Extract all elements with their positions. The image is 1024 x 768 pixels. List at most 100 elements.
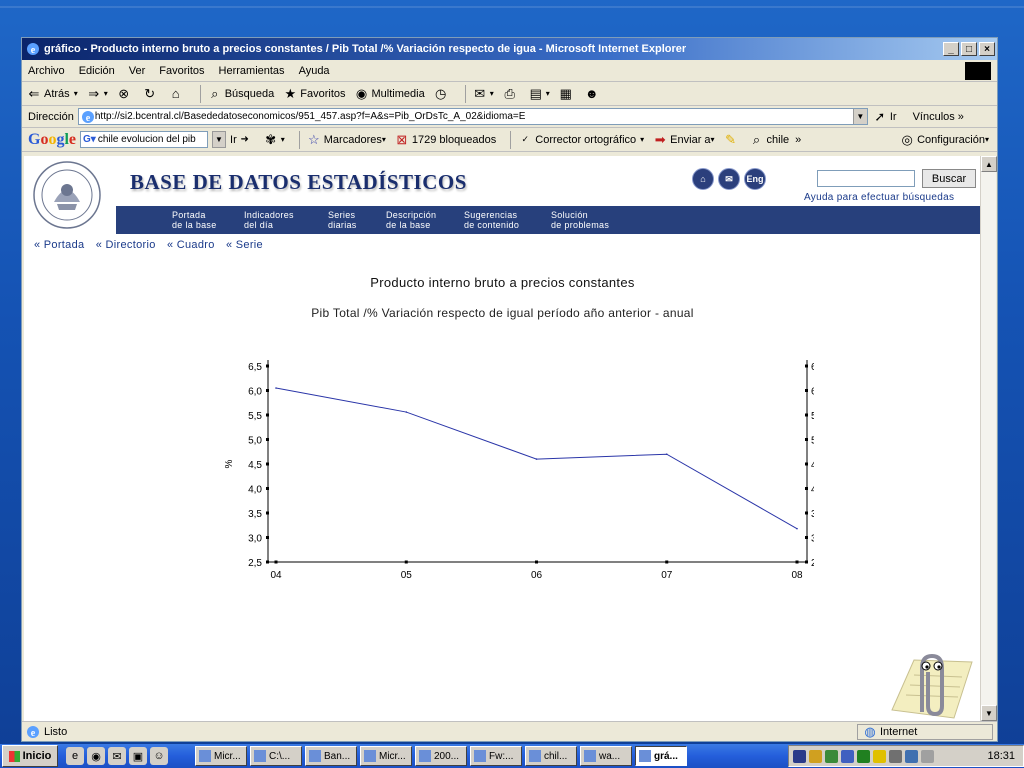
discuss-button[interactable]: ▦ xyxy=(558,86,576,102)
history-button[interactable]: ◷ xyxy=(433,86,451,102)
messenger-button[interactable]: ☻ xyxy=(584,86,602,102)
ie-quicklaunch-icon[interactable]: e xyxy=(66,747,84,765)
task-button[interactable]: Fw:... xyxy=(470,746,522,766)
y-tick-left xyxy=(266,536,269,539)
mail-icon[interactable]: ✉ xyxy=(718,168,740,190)
search-term-chile[interactable]: ⌕ chile» xyxy=(749,132,801,148)
menu-herramientas[interactable]: Herramientas xyxy=(219,65,285,77)
y-tick-right xyxy=(805,536,808,539)
tray-monitor-icon[interactable] xyxy=(841,749,854,763)
messenger-quicklaunch-icon[interactable]: ☺ xyxy=(150,747,168,765)
links-button[interactable]: Vínculos» xyxy=(913,111,964,123)
star-icon: ☆ xyxy=(307,131,320,147)
print-button[interactable]: ⎙ xyxy=(502,86,520,102)
task-button[interactable]: chil... xyxy=(525,746,577,766)
search-help-link[interactable]: Ayuda para efectuar búsquedas xyxy=(804,192,954,203)
minimize-button[interactable]: _ xyxy=(943,42,959,56)
menu-edicion[interactable]: Edición xyxy=(79,65,115,77)
tray-drive-icon[interactable] xyxy=(873,749,886,763)
breadcrumb-serie[interactable]: « Serie xyxy=(226,239,263,251)
task-button[interactable]: wa... xyxy=(580,746,632,766)
nav-sugerencias[interactable]: Sugerencias de contenido xyxy=(464,210,519,230)
site-search-input[interactable] xyxy=(817,170,915,187)
menu-ayuda[interactable]: Ayuda xyxy=(299,65,330,77)
google-search-input[interactable]: G▾ chile evolucion del pib xyxy=(80,131,209,148)
title-bar[interactable]: e gráfico - Producto interno bruto a pre… xyxy=(22,38,997,60)
y-tick-label-left: 6,5 xyxy=(248,362,262,373)
breadcrumb-directorio[interactable]: « Directorio xyxy=(96,239,156,251)
nav-portada[interactable]: Portada de la base xyxy=(172,210,217,230)
back-button[interactable]: ⇐ Atrás ▾ xyxy=(26,86,78,102)
address-label: Dirección xyxy=(28,110,74,123)
scroll-up-icon[interactable]: ▲ xyxy=(981,156,997,172)
tray-shield-icon[interactable] xyxy=(857,749,870,763)
tray-mail-icon[interactable] xyxy=(905,749,918,763)
refresh-button[interactable]: ↻ xyxy=(142,86,160,102)
menu-favoritos[interactable]: Favoritos xyxy=(159,65,204,77)
bookmarks-button[interactable]: ☆ Marcadores ▾ xyxy=(306,132,386,148)
search-submit-button[interactable]: Buscar xyxy=(922,169,976,188)
tray-clock-icon[interactable] xyxy=(889,749,902,763)
nav-descripcion[interactable]: Descripción de la base xyxy=(386,210,436,230)
maximize-button[interactable]: □ xyxy=(961,42,977,56)
settings-button[interactable]: ◎ Configuración ▾ xyxy=(899,132,989,148)
search-button[interactable]: ⌕ Búsqueda xyxy=(207,86,274,102)
start-button[interactable]: Inicio xyxy=(2,745,58,767)
network-icon[interactable] xyxy=(825,749,838,763)
windows-flag-icon xyxy=(8,750,20,762)
multimedia-button[interactable]: ◉ Multimedia xyxy=(354,86,425,102)
home-icon[interactable]: ⌂ xyxy=(692,168,714,190)
print-icon: ⎙ xyxy=(504,85,515,101)
task-button-active[interactable]: grá... xyxy=(635,746,687,766)
edit-button[interactable]: ▤ ▾ xyxy=(528,86,550,102)
google-pagerank-icon[interactable]: ✾ ▾ xyxy=(263,132,284,148)
spellcheck-button[interactable]: ✓ Corrector ortográfico ▾ xyxy=(517,132,645,148)
scroll-down-icon[interactable]: ▼ xyxy=(981,705,997,721)
highlight-button[interactable]: ✎ xyxy=(723,132,741,148)
english-icon[interactable]: Eng xyxy=(744,168,766,190)
home-button[interactable]: ⌂ xyxy=(168,86,186,102)
close-button[interactable]: × xyxy=(979,42,995,56)
nav-series[interactable]: Series diarias xyxy=(328,210,357,230)
tray-app-icon[interactable] xyxy=(793,749,806,763)
breadcrumb-portada[interactable]: « Portada xyxy=(34,239,84,251)
ie-icon: e xyxy=(27,43,39,56)
menu-archivo[interactable]: Archivo xyxy=(28,65,65,77)
media-quicklaunch-icon[interactable]: ◉ xyxy=(87,747,105,765)
multimedia-label: Multimedia xyxy=(371,87,425,100)
google-logo[interactable]: Google xyxy=(28,131,76,149)
popup-blocker-button[interactable]: ⊠ 1729 bloqueados xyxy=(394,132,496,148)
menu-ver[interactable]: Ver xyxy=(129,65,146,77)
task-button[interactable]: 200... xyxy=(415,746,467,766)
stop-button[interactable]: ⊗ xyxy=(116,86,134,102)
breadcrumb-cuadro[interactable]: « Cuadro xyxy=(167,239,215,251)
nav-solucion[interactable]: Solución de problemas xyxy=(551,210,609,230)
globe-icon: ◍ xyxy=(864,724,876,739)
favorites-button[interactable]: ★ Favoritos xyxy=(282,86,345,102)
google-dropdown-icon[interactable]: ▼ xyxy=(212,131,227,148)
address-url: http://si2.bcentral.cl/Basededatoseconom… xyxy=(94,111,526,122)
task-button[interactable]: Ban... xyxy=(305,746,357,766)
task-button[interactable]: Micr... xyxy=(360,746,412,766)
outlook-quicklaunch-icon[interactable]: ✉ xyxy=(108,747,126,765)
y-axis-label: % xyxy=(224,459,235,468)
google-go-button[interactable]: Ir ➜ xyxy=(230,132,255,148)
task-button[interactable]: Micr... xyxy=(195,746,247,766)
x-tick xyxy=(795,560,799,564)
vertical-scrollbar[interactable]: ▲ ▼ xyxy=(980,156,997,721)
security-zone: ◍ Internet xyxy=(857,724,993,740)
y-tick-right xyxy=(805,560,808,564)
volume-icon[interactable] xyxy=(809,749,822,763)
tray-java-icon[interactable] xyxy=(921,749,934,763)
task-button[interactable]: C:\... xyxy=(250,746,302,766)
address-dropdown-icon[interactable]: ▼ xyxy=(852,109,867,124)
address-input[interactable]: e http://si2.bcentral.cl/Basededatosecon… xyxy=(77,108,868,125)
nav-indicadores[interactable]: Indicadores del día xyxy=(244,210,294,230)
windows-logo-icon xyxy=(965,62,991,80)
go-button[interactable]: ➚ Ir xyxy=(872,109,896,125)
mail-button[interactable]: ✉ ▾ xyxy=(472,86,493,102)
forward-button[interactable]: ⇒ ▾ xyxy=(86,86,107,102)
office-assistant-clippy-icon[interactable] xyxy=(884,650,974,722)
send-to-button[interactable]: ➡ Enviar a ▾ xyxy=(652,132,715,148)
desktop-quicklaunch-icon[interactable]: ▣ xyxy=(129,747,147,765)
